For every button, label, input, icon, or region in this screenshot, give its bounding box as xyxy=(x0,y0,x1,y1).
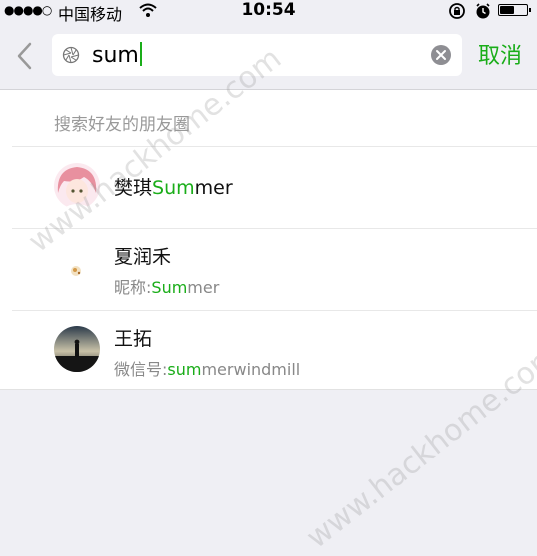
moments-icon xyxy=(62,46,80,68)
cancel-button[interactable]: 取消 xyxy=(478,38,522,70)
search-results: 搜索好友的朋友圈 樊琪Summer 夏润禾 昵称:Summer 王拓 微信号:s… xyxy=(0,90,537,390)
avatar xyxy=(54,163,100,209)
back-button[interactable] xyxy=(10,38,40,74)
search-header: sum 取消 xyxy=(0,22,537,90)
result-row[interactable]: 王拓 微信号:summerwindmill xyxy=(0,310,537,392)
contact-name: 王拓 xyxy=(114,328,153,350)
avatar xyxy=(54,326,100,372)
text-caret xyxy=(139,42,142,66)
contact-name: 夏润禾 xyxy=(114,246,172,268)
contact-wechat-id: 微信号:summerwindmill xyxy=(114,360,301,379)
result-row[interactable]: 夏润禾 昵称:Summer xyxy=(0,228,537,310)
search-input[interactable]: sum xyxy=(52,34,462,76)
clear-icon xyxy=(431,45,451,65)
result-row[interactable]: 樊琪Summer xyxy=(0,146,537,228)
battery-icon xyxy=(498,4,531,16)
alarm-icon xyxy=(474,2,492,24)
rotation-lock-icon xyxy=(448,2,466,24)
avatar xyxy=(54,248,100,294)
section-title: 搜索好友的朋友圈 xyxy=(54,115,190,135)
contact-name: 樊琪Summer xyxy=(114,177,233,199)
clear-search-button[interactable] xyxy=(430,44,452,66)
contact-nickname: 昵称:Summer xyxy=(114,278,220,297)
status-bar: ●●●●○ 中国移动 10:54 xyxy=(0,0,537,24)
search-query: sum xyxy=(92,42,142,68)
chevron-left-icon xyxy=(17,42,32,70)
